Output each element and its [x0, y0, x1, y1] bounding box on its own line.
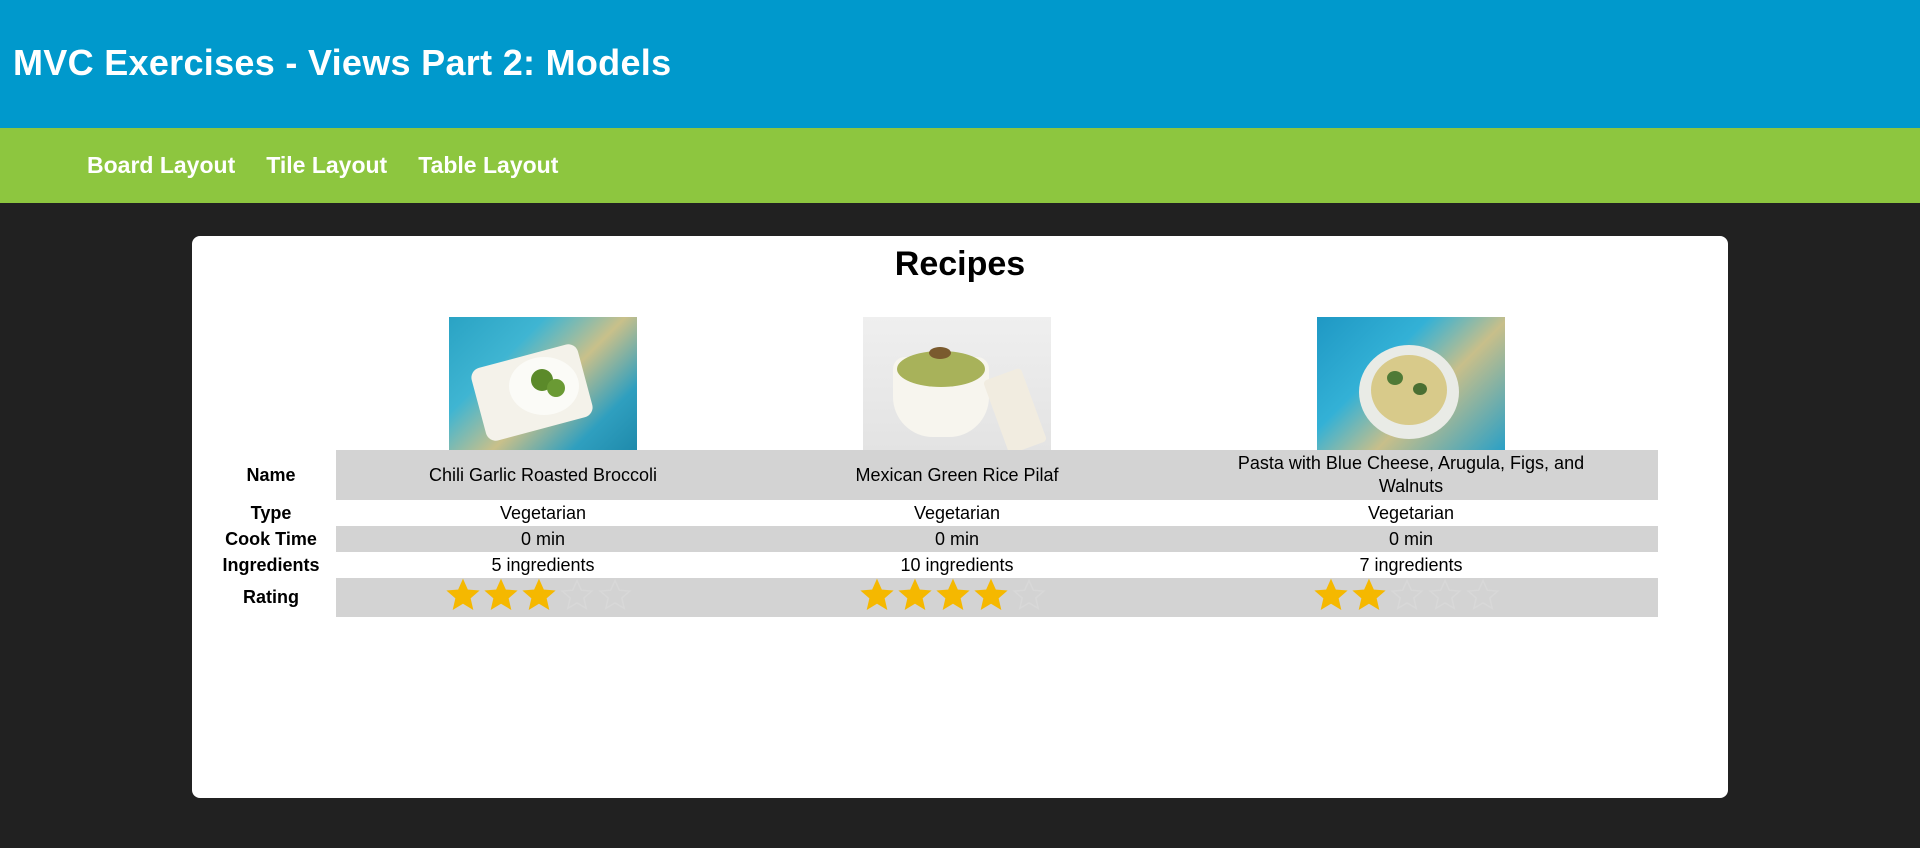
main-nav: Board Layout Tile Layout Table Layout [0, 128, 1920, 203]
recipe-cook-time: 0 min [1164, 526, 1658, 552]
star-empty-icon [1390, 578, 1424, 612]
recipe-cook-time: 0 min [750, 526, 1164, 552]
row-label-type: Type [250, 502, 292, 523]
star-rating [446, 578, 632, 612]
star-filled-icon [522, 578, 556, 612]
recipe-type: Vegetarian [1367, 502, 1455, 523]
recipe-ingredients: 7 ingredients [1359, 554, 1463, 575]
star-rating [1314, 578, 1500, 612]
row-label-cook-time: Cook Time [206, 526, 336, 552]
recipe-name: Chili Garlic Roasted Broccoli [336, 450, 750, 500]
recipe-type: Vegetarian [913, 502, 1001, 523]
recipe-name: Pasta with Blue Cheese, Arugula, Figs, a… [1164, 450, 1658, 500]
recipes-card: Recipes Name Chili Garlic Roasted Brocco… [192, 236, 1728, 798]
table-row-images [206, 317, 1658, 450]
star-filled-icon [936, 578, 970, 612]
recipe-photo-pasta [1317, 317, 1505, 450]
table-row-ingredients: Ingredients 5 ingredients 10 ingredients… [206, 552, 1658, 578]
star-rating [860, 578, 1046, 612]
star-filled-icon [484, 578, 518, 612]
star-filled-icon [446, 578, 480, 612]
site-header: MVC Exercises - Views Part 2: Models [0, 0, 1920, 128]
table-row-cook-time: Cook Time 0 min 0 min 0 min [206, 526, 1658, 552]
recipe-cook-time: 0 min [336, 526, 750, 552]
nav-tile-layout[interactable]: Tile Layout [266, 152, 387, 179]
nav-table-layout[interactable]: Table Layout [418, 152, 558, 179]
star-filled-icon [1352, 578, 1386, 612]
table-row-type: Type Vegetarian Vegetarian Vegetarian [206, 500, 1658, 526]
recipe-ingredients: 10 ingredients [900, 554, 1014, 575]
nav-board-layout[interactable]: Board Layout [87, 152, 235, 179]
row-label-ingredients: Ingredients [222, 554, 320, 575]
recipe-photo-broccoli [449, 317, 637, 450]
table-row-rating: Rating [206, 578, 1658, 617]
table-row-name: Name Chili Garlic Roasted Broccoli Mexic… [206, 450, 1658, 500]
star-empty-icon [1466, 578, 1500, 612]
recipe-ingredients: 5 ingredients [491, 554, 595, 575]
recipe-name: Mexican Green Rice Pilaf [750, 450, 1164, 500]
star-filled-icon [974, 578, 1008, 612]
star-empty-icon [598, 578, 632, 612]
row-label-name: Name [206, 450, 336, 500]
star-filled-icon [898, 578, 932, 612]
site-title: MVC Exercises - Views Part 2: Models [13, 42, 672, 83]
row-label-rating: Rating [206, 578, 336, 617]
star-empty-icon [560, 578, 594, 612]
recipe-type: Vegetarian [499, 502, 587, 523]
star-empty-icon [1428, 578, 1462, 612]
recipe-photo-rice-pilaf [863, 317, 1051, 450]
star-empty-icon [1012, 578, 1046, 612]
recipes-table: Name Chili Garlic Roasted Broccoli Mexic… [206, 317, 1658, 617]
page-title: Recipes [894, 245, 1026, 283]
star-filled-icon [860, 578, 894, 612]
star-filled-icon [1314, 578, 1348, 612]
